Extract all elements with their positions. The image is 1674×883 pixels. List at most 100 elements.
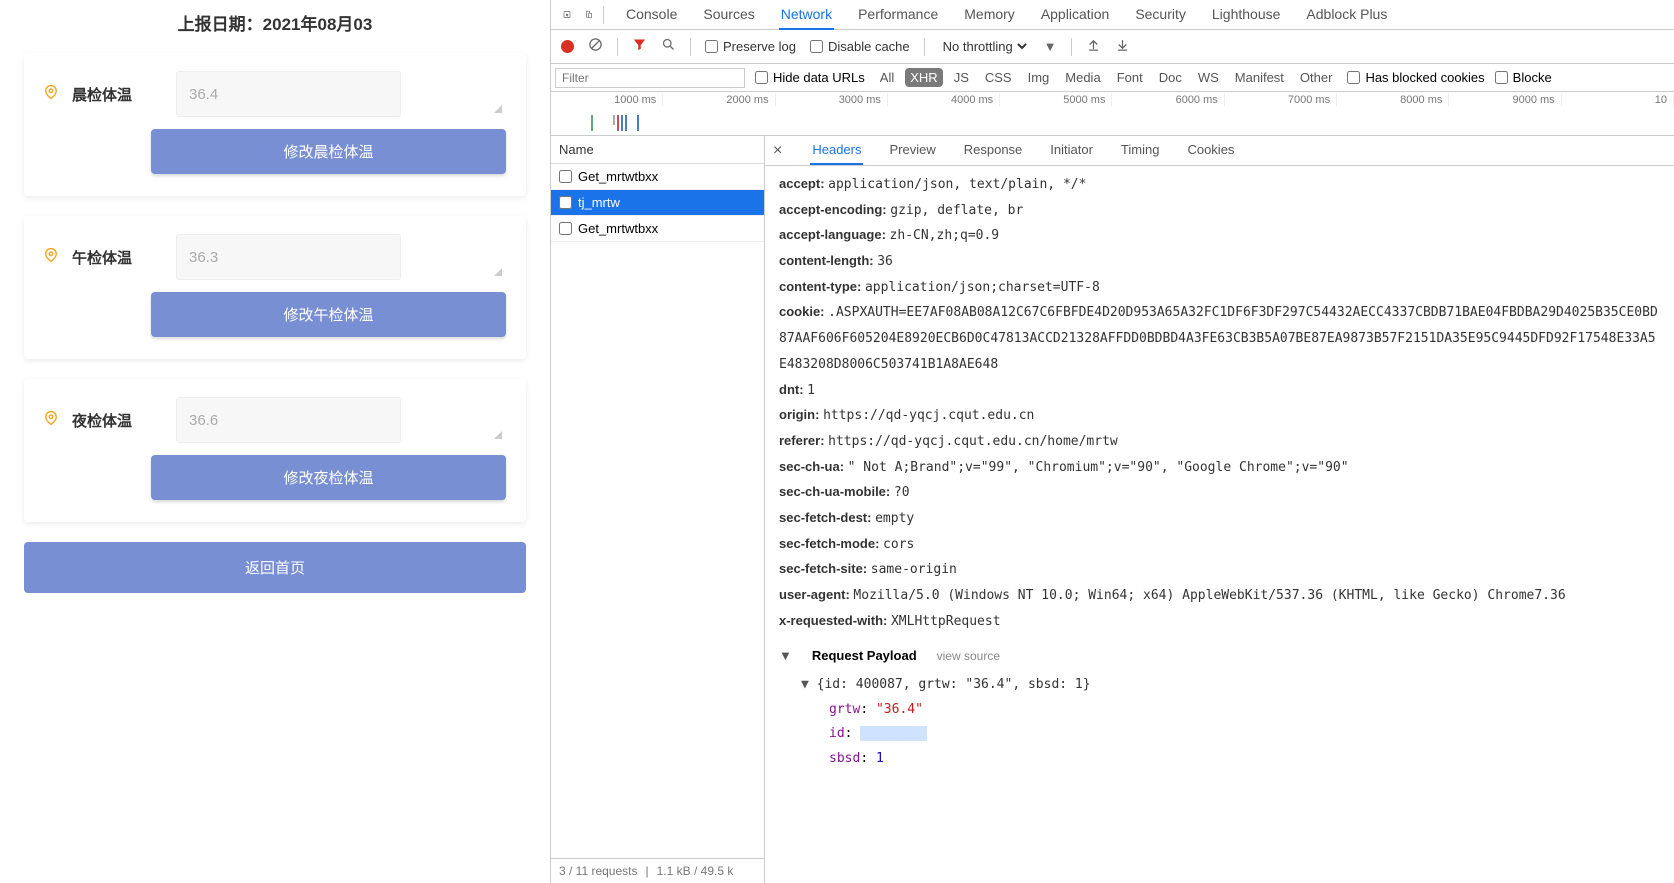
timeline-tick: 4000 ms	[888, 94, 1000, 106]
headers-body[interactable]: accept: application/json, text/plain, */…	[765, 166, 1674, 883]
app-form-pane: 上报日期：2021年08月03 晨检体温 修改晨检体温 午检体温 修改午检体温 …	[0, 0, 550, 883]
input-night-temp[interactable]	[176, 397, 401, 443]
input-noon-temp[interactable]	[176, 234, 401, 280]
request-status-bar: 3 / 11 requests| 1.1 kB / 49.5 k	[551, 858, 764, 883]
temp-card-morning: 晨检体温 修改晨检体温	[24, 53, 526, 196]
request-row[interactable]: Get_mrtwtbxx	[551, 216, 764, 242]
label-morning: 晨检体温	[72, 84, 162, 105]
timeline-tick: 10	[1562, 94, 1674, 106]
timeline-tick: 6000 ms	[1112, 94, 1224, 106]
header-row: content-length: 36	[779, 249, 1660, 275]
download-icon[interactable]	[1115, 37, 1130, 56]
modify-night-button[interactable]: 修改夜检体温	[151, 455, 506, 500]
filter-chip-media[interactable]: Media	[1060, 68, 1105, 87]
detail-tab-headers[interactable]: Headers	[810, 136, 863, 165]
filter-chip-all[interactable]: All	[875, 68, 899, 87]
upload-icon[interactable]	[1086, 37, 1101, 56]
timeline-tick: 9000 ms	[1449, 94, 1561, 106]
view-source-link[interactable]: view source	[937, 645, 1000, 668]
input-morning-temp[interactable]	[176, 71, 401, 117]
home-button[interactable]: 返回首页	[24, 542, 526, 593]
location-icon	[44, 83, 58, 106]
disable-cache-checkbox[interactable]: Disable cache	[810, 39, 910, 54]
header-row: sec-ch-ua: " Not A;Brand";v="99", "Chrom…	[779, 455, 1660, 481]
network-filterbar: Hide data URLs All XHR JS CSS Img Media Font Do…	[551, 64, 1674, 92]
caret-down-icon[interactable]: ▼	[779, 644, 792, 669]
payload-field: grtw: "36.4"	[829, 698, 1660, 723]
has-blocked-cookies-checkbox[interactable]: Has blocked cookies	[1347, 70, 1484, 85]
devtools-tab-sources[interactable]: Sources	[701, 0, 756, 30]
header-row: dnt: 1	[779, 378, 1660, 404]
record-button[interactable]	[561, 40, 574, 53]
filter-icon[interactable]	[632, 37, 647, 56]
header-row: sec-fetch-dest: empty	[779, 506, 1660, 532]
filter-chip-manifest[interactable]: Manifest	[1230, 68, 1289, 87]
devtools-tab-network[interactable]: Network	[779, 0, 834, 30]
header-row: sec-fetch-site: same-origin	[779, 557, 1660, 583]
devtools-tab-memory[interactable]: Memory	[962, 0, 1017, 30]
devtools-tab-application[interactable]: Application	[1039, 0, 1112, 30]
header-row: accept-encoding: gzip, deflate, br	[779, 198, 1660, 224]
location-icon	[44, 246, 58, 269]
clear-icon[interactable]	[588, 37, 603, 56]
filter-chip-xhr[interactable]: XHR	[905, 68, 942, 87]
devtools-pane: Console Sources Network Performance Memory Ap…	[550, 0, 1674, 883]
caret-down-icon[interactable]: ▼	[801, 677, 809, 692]
modify-noon-button[interactable]: 修改午检体温	[151, 292, 506, 337]
devtools-tab-adblock-plus[interactable]: Adblock Plus	[1304, 0, 1389, 30]
detail-tab-response[interactable]: Response	[962, 136, 1025, 165]
timeline-tick: 2000 ms	[663, 94, 775, 106]
devtools-tab-performance[interactable]: Performance	[856, 0, 940, 30]
detail-tab-preview[interactable]: Preview	[887, 136, 937, 165]
filter-chip-css[interactable]: CSS	[980, 68, 1017, 87]
request-name: Get_mrtwtbxx	[578, 221, 658, 236]
header-row: user-agent: Mozilla/5.0 (Windows NT 10.0…	[779, 583, 1660, 609]
devtools-tab-console[interactable]: Console	[624, 0, 679, 30]
request-checkbox[interactable]	[559, 196, 572, 209]
header-row: content-type: application/json;charset=U…	[779, 275, 1660, 301]
request-list: Name Get_mrtwtbxxtj_mrtwGet_mrtwtbxx 3 /…	[551, 136, 765, 883]
network-toolbar: Preserve log Disable cache No throttling…	[551, 30, 1674, 64]
filter-chip-doc[interactable]: Doc	[1154, 68, 1187, 87]
header-row: x-requested-with: XMLHttpRequest	[779, 609, 1660, 635]
header-row: sec-ch-ua-mobile: ?0	[779, 480, 1660, 506]
modify-morning-button[interactable]: 修改晨检体温	[151, 129, 506, 174]
close-icon[interactable]: ×	[773, 142, 786, 160]
devtools-tab-lighthouse[interactable]: Lighthouse	[1210, 0, 1283, 30]
inspect-icon[interactable]	[559, 7, 575, 23]
timeline-tick: 8000 ms	[1337, 94, 1449, 106]
request-checkbox[interactable]	[559, 170, 572, 183]
payload-field: id: xxxxx	[829, 722, 1660, 747]
detail-tab-cookies[interactable]: Cookies	[1185, 136, 1236, 165]
device-toggle-icon[interactable]	[581, 7, 597, 23]
devtools-tab-security[interactable]: Security	[1133, 0, 1188, 30]
timeline-tick: 5000 ms	[1000, 94, 1112, 106]
detail-tab-initiator[interactable]: Initiator	[1048, 136, 1095, 165]
request-list-header[interactable]: Name	[551, 136, 764, 164]
detail-tab-timing[interactable]: Timing	[1119, 136, 1162, 165]
filter-chip-other[interactable]: Other	[1295, 68, 1338, 87]
request-row[interactable]: Get_mrtwtbxx	[551, 164, 764, 190]
report-date: 上报日期：2021年08月03	[24, 10, 526, 35]
filter-input[interactable]	[555, 68, 745, 88]
search-icon[interactable]	[661, 37, 676, 56]
filter-chip-font[interactable]: Font	[1112, 68, 1148, 87]
preserve-log-checkbox[interactable]: Preserve log	[705, 39, 796, 54]
blocked-checkbox[interactable]: Blocke	[1495, 70, 1552, 85]
header-row: origin: https://qd-yqcj.cqut.edu.cn	[779, 403, 1660, 429]
label-noon: 午检体温	[72, 247, 162, 268]
filter-chip-ws[interactable]: WS	[1193, 68, 1224, 87]
request-row[interactable]: tj_mrtw	[551, 190, 764, 216]
request-payload-title: Request Payload	[812, 644, 917, 669]
throttling-select[interactable]: No throttling	[939, 38, 1030, 55]
filter-chip-js[interactable]: JS	[949, 68, 974, 87]
payload-field: sbsd: 1	[829, 747, 1660, 772]
network-timeline[interactable]: 1000 ms2000 ms3000 ms4000 ms5000 ms6000 …	[551, 92, 1674, 136]
filter-chip-img[interactable]: Img	[1023, 68, 1055, 87]
request-checkbox[interactable]	[559, 222, 572, 235]
timeline-tick: 7000 ms	[1225, 94, 1337, 106]
header-row: sec-fetch-mode: cors	[779, 532, 1660, 558]
hide-data-urls-checkbox[interactable]: Hide data URLs	[755, 70, 865, 85]
temp-card-night: 夜检体温 修改夜检体温	[24, 379, 526, 522]
request-detail: × Headers Preview Response Initiator Timing C…	[765, 136, 1674, 883]
